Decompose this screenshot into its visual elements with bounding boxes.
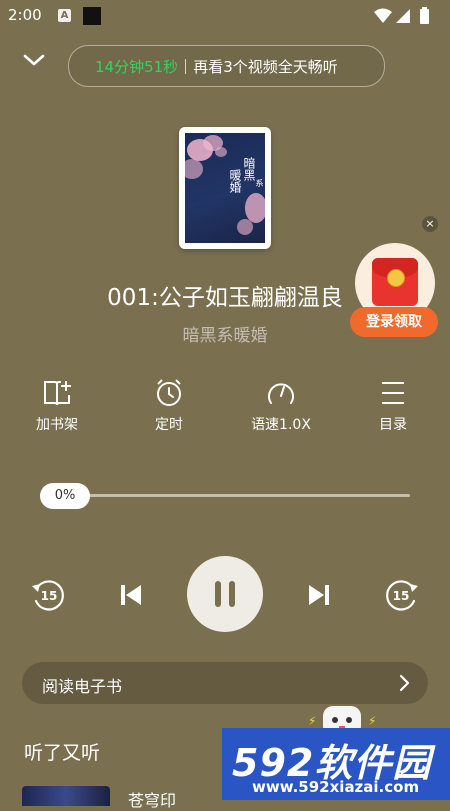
- promo-text: 再看3个视频全天畅听: [193, 57, 338, 76]
- forward-15-button[interactable]: 15: [382, 576, 422, 614]
- watermark-logo: 592软件园 www.592xiazai.com: [222, 728, 450, 800]
- pause-icon: [215, 581, 221, 607]
- login-claim-button[interactable]: 登录领取: [350, 307, 438, 337]
- list-item-thumbnail[interactable]: [22, 786, 110, 806]
- cover-title-small: 系: [255, 179, 264, 187]
- playback-speed-button[interactable]: 语速1.0X: [236, 378, 326, 434]
- watermark-url: www.592xiazai.com: [252, 778, 420, 796]
- read-ebook-bar[interactable]: 阅读电子书: [22, 662, 428, 704]
- wifi-icon: [374, 8, 392, 23]
- add-to-shelf-label: 加书架: [36, 417, 78, 433]
- next-track-button[interactable]: [302, 578, 336, 612]
- rewind-15-button[interactable]: 15: [28, 576, 68, 614]
- cover-title-main: 暗黑: [242, 157, 256, 181]
- add-to-shelf-icon: [44, 381, 71, 406]
- system-status-icons: [374, 7, 429, 24]
- forward-15-icon: 15: [386, 580, 418, 611]
- add-to-shelf-button[interactable]: 加书架: [12, 378, 102, 434]
- section-title: 听了又听: [24, 742, 101, 764]
- sleep-timer-label: 定时: [155, 417, 183, 433]
- pause-button[interactable]: [187, 556, 263, 632]
- status-time: 2:00: [8, 6, 42, 24]
- playback-speed-label: 语速1.0X: [251, 417, 311, 433]
- red-envelope-icon[interactable]: [372, 258, 418, 306]
- battery-icon: [420, 9, 429, 24]
- table-of-contents-button[interactable]: 目录: [348, 378, 438, 434]
- chevron-right-icon: [399, 674, 410, 692]
- collapse-chevron-icon[interactable]: [20, 48, 48, 72]
- promo-divider: [185, 58, 187, 74]
- spark-icon: ⚡: [368, 714, 377, 728]
- notification-a-icon: A: [58, 9, 71, 22]
- sleep-timer-button[interactable]: 定时: [124, 378, 214, 434]
- free-listening-promo[interactable]: 14分钟51秒 再看3个视频全天畅听: [68, 45, 385, 87]
- book-cover[interactable]: 暗黑 系 暖婚: [179, 127, 271, 249]
- table-of-contents-label: 目录: [379, 417, 407, 433]
- notification-square-icon: [83, 7, 101, 25]
- progress-track[interactable]: [40, 494, 410, 497]
- alarm-clock-icon: [157, 379, 181, 406]
- forward-seconds: 15: [393, 589, 410, 603]
- rewind-15-icon: 15: [32, 580, 64, 611]
- skip-next-icon: [309, 585, 329, 605]
- progress-thumb[interactable]: 0%: [40, 483, 90, 509]
- read-ebook-label: 阅读电子书: [42, 677, 123, 696]
- rewind-seconds: 15: [41, 589, 58, 603]
- cover-title-line2: 暖婚: [228, 169, 242, 193]
- list-menu-icon: [382, 382, 404, 404]
- previous-track-button[interactable]: [114, 578, 148, 612]
- promo-timer: 14分钟51秒: [95, 57, 179, 76]
- cover-artwork: 暗黑 系 暖婚: [185, 133, 265, 243]
- signal-icon: [396, 9, 410, 23]
- skip-previous-icon: [121, 585, 141, 605]
- status-bar: 2:00 A: [0, 0, 450, 32]
- spark-icon: ⚡: [308, 714, 317, 728]
- list-item-title[interactable]: 苍穹印: [128, 787, 176, 811]
- speed-gauge-icon: [268, 383, 294, 404]
- close-icon[interactable]: ×: [422, 216, 438, 232]
